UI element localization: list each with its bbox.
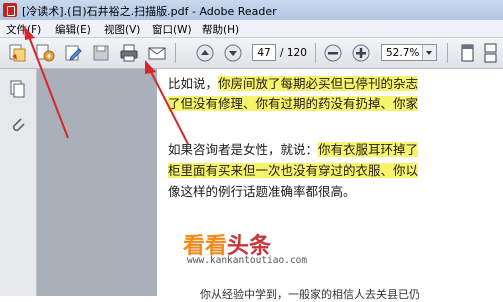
attachments-icon[interactable]: [8, 115, 28, 135]
highlighted-text: 了但没有修理、你有过期的药没有扔掉、你家: [168, 96, 419, 111]
next-page-icon[interactable]: [222, 42, 244, 64]
toolbar-separator: [315, 43, 316, 63]
menu-bar: 文件(F) 编辑(E) 视图(V) 窗口(W) 帮助(H): [0, 20, 503, 38]
menu-edit[interactable]: 编辑(E): [55, 22, 91, 37]
watermark-url: www.kankantoutiao.com: [187, 255, 308, 266]
text-line: 柜里面有买来但一次也没有穿过的衣服、你以: [168, 160, 419, 179]
zoom-value: 52.7%: [386, 47, 420, 59]
menu-window[interactable]: 窗口(W): [152, 22, 192, 37]
highlighted-text: 你房间放了每期必买但已停刊的杂志: [218, 76, 419, 91]
pages-icon[interactable]: [8, 79, 28, 99]
previous-page-icon[interactable]: [194, 42, 216, 64]
save-icon[interactable]: [90, 42, 112, 64]
zoom-out-icon[interactable]: [322, 42, 344, 64]
single-page-view-icon[interactable]: [456, 42, 478, 64]
window-title: [冷读术].(日)石井裕之.扫描版.pdf - Adobe Reader: [22, 5, 277, 18]
zoom-in-icon[interactable]: [350, 42, 372, 64]
text-line: 了但没有修理、你有过期的药没有扔掉、你家: [168, 93, 419, 112]
title-bar: [冷读术].(日)石井裕之.扫描版.pdf - Adobe Reader: [0, 0, 503, 20]
text-line: 比如说，你房间放了每期必买但已停刊的杂志: [168, 76, 419, 91]
adobe-reader-icon: [3, 3, 17, 17]
text-line: 你从经验中学到，一般家的相信人去关县已仍: [200, 288, 420, 301]
highlighted-text: 你有衣服耳环掉了: [318, 142, 419, 157]
menu-help[interactable]: 帮助(H): [202, 22, 239, 37]
print-icon[interactable]: [118, 42, 140, 64]
menu-view[interactable]: 视图(V): [104, 22, 140, 37]
chevron-down-icon[interactable]: [422, 45, 436, 60]
create-pdf-icon[interactable]: [6, 42, 28, 64]
toolbar-separator: [175, 43, 176, 63]
email-icon[interactable]: [146, 42, 168, 64]
page-total: / 120: [280, 47, 307, 59]
toolbar: / 120 52.7%: [0, 38, 503, 69]
menu-file[interactable]: 文件(F): [6, 22, 41, 37]
text-line: 像这样的例行话题准确率都很高。: [168, 184, 356, 199]
toolbar-separator: [447, 43, 448, 63]
zoom-select[interactable]: 52.7%: [381, 44, 437, 61]
page-number-input[interactable]: [252, 44, 276, 61]
continuous-view-icon[interactable]: [480, 42, 502, 64]
text-line: 如果咨询者是女性，就说：你有衣服耳环掉了: [168, 142, 419, 157]
collaborate-icon[interactable]: [34, 42, 56, 64]
navigation-sidebar: [0, 69, 37, 296]
highlighted-text: 柜里面有买来但一次也没有穿过的衣服、你以: [168, 163, 419, 178]
edit-icon[interactable]: [62, 42, 84, 64]
